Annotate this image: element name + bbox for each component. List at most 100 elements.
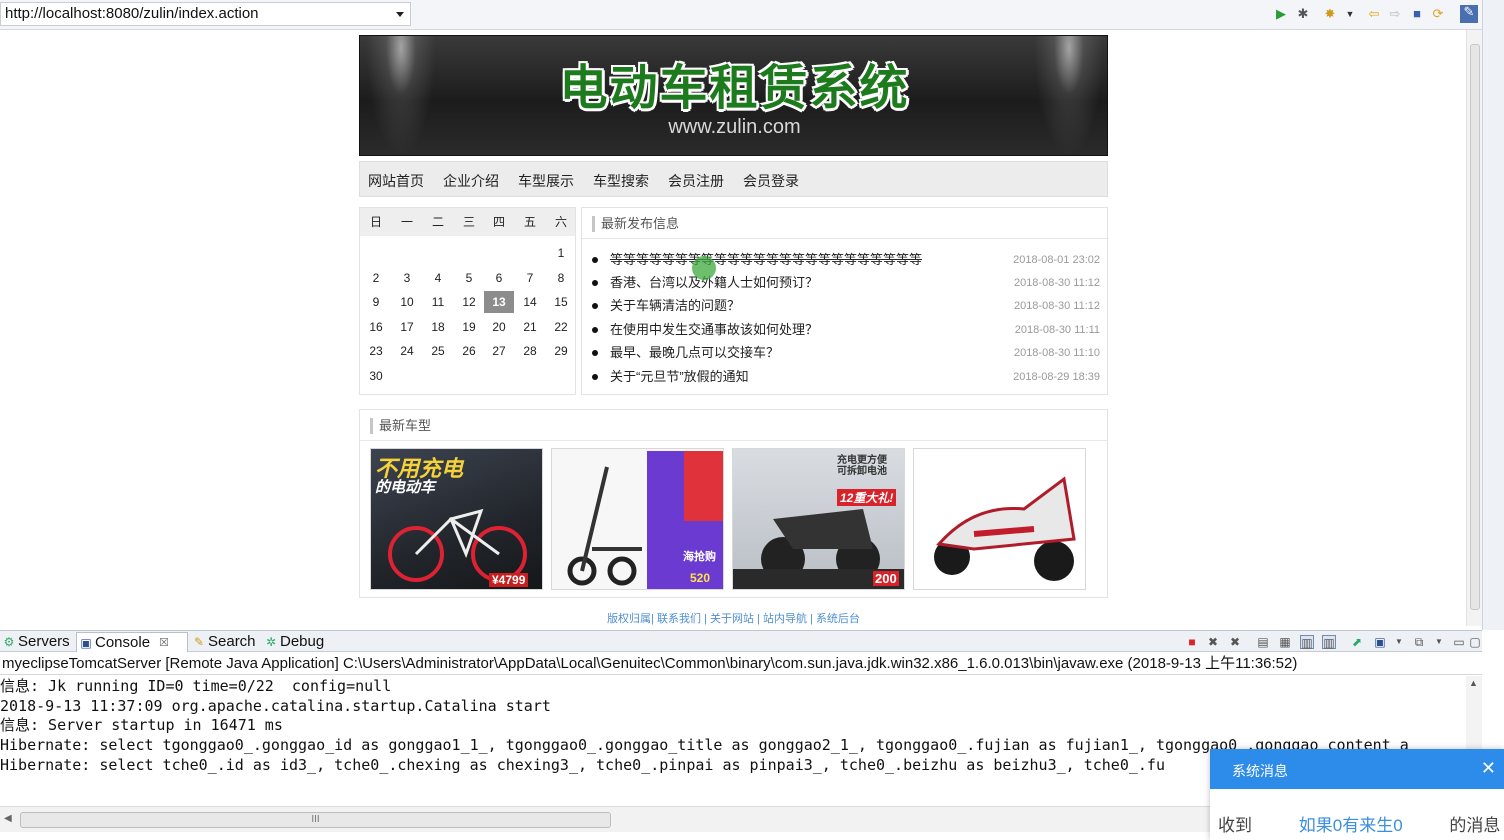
calendar-day[interactable]: 26 <box>454 340 484 362</box>
remove-all-icon[interactable]: ✖ <box>1228 635 1242 649</box>
stop-icon[interactable]: ■ <box>1410 7 1424 21</box>
calendar-day[interactable]: 23 <box>361 340 391 362</box>
show-stderr-icon[interactable]: ▥ <box>1322 635 1336 650</box>
url-dropdown-icon[interactable] <box>396 12 404 17</box>
calendar-day[interactable]: 8 <box>546 267 576 289</box>
news-title[interactable]: 在使用中发生交通事故该如何处理？ <box>610 321 818 339</box>
news-item[interactable]: 最早、最晚几点可以交接车？ 2018-08-30 11:10 <box>590 344 1100 362</box>
console-line: 2018-9-13 11:37:09 org.apache.catalina.s… <box>0 697 551 715</box>
footer-link[interactable]: 站内导航 <box>763 613 807 625</box>
nav-login[interactable]: 会员登录 <box>743 171 799 191</box>
news-title[interactable]: 关于“元旦节”放假的通知 <box>610 368 749 386</box>
minimize-icon[interactable]: ▭ <box>1452 635 1466 649</box>
clear-console-icon[interactable]: ▤ <box>1256 635 1270 649</box>
car-image[interactable] <box>913 448 1086 590</box>
footer-link[interactable]: 版权归属 <box>607 613 651 625</box>
dropdown-icon[interactable]: ▼ <box>1432 635 1446 649</box>
calendar-day[interactable]: 7 <box>515 267 545 289</box>
news-item[interactable]: 关于“元旦节”放假的通知 2018-08-29 18:39 <box>590 368 1100 386</box>
nav-models[interactable]: 车型展示 <box>518 171 574 191</box>
nav-company[interactable]: 企业介绍 <box>443 171 499 191</box>
run-icon[interactable]: ▶ <box>1274 7 1288 21</box>
tab-search[interactable]: ✎ Search <box>190 632 260 652</box>
debug-bug-icon[interactable]: ✱ <box>1296 7 1310 21</box>
calendar-day[interactable]: 20 <box>484 316 514 338</box>
url-bar[interactable]: http://localhost:8080/zulin/index.action <box>0 2 411 26</box>
calendar-day[interactable]: 17 <box>392 316 422 338</box>
calendar-day[interactable]: 29 <box>546 340 576 362</box>
news-date: 2018-08-30 11:11 <box>1014 324 1100 336</box>
calendar-day[interactable]: 28 <box>515 340 545 362</box>
maximize-icon[interactable]: ▢ <box>1468 635 1482 649</box>
tab-console[interactable]: ▣ Console ☒ <box>76 632 188 652</box>
terminate-icon[interactable]: ■ <box>1185 635 1199 649</box>
news-item[interactable]: 等等等等等等等等等等等等等等等等等等等等等等等等 2018-08-01 23:0… <box>590 251 1100 269</box>
car-image[interactable]: 海抢购 520 <box>551 448 724 590</box>
footer-link[interactable]: 联系我们 <box>657 613 701 625</box>
refresh-icon[interactable]: ⟳ <box>1431 7 1445 21</box>
scroll-left-icon[interactable]: ◀ <box>4 813 12 824</box>
browser-scrollbar[interactable] <box>1466 30 1482 626</box>
news-item[interactable]: 香港、台湾以及外籍人士如何预订？ 2018-08-30 11:12 <box>590 274 1100 292</box>
calendar-day[interactable]: 1 <box>546 242 576 264</box>
external-tools-icon[interactable]: ✸ <box>1323 7 1337 21</box>
calendar-day[interactable]: 22 <box>546 316 576 338</box>
scrollbar-thumb[interactable]: III <box>20 812 611 828</box>
car-price: ¥4799 <box>489 573 529 587</box>
dropdown-icon[interactable]: ▼ <box>1343 7 1357 21</box>
calendar-day[interactable]: 18 <box>423 316 453 338</box>
calendar-day[interactable]: 6 <box>484 267 514 289</box>
nav-search[interactable]: 车型搜索 <box>593 171 649 191</box>
remove-launch-icon[interactable]: ✖ <box>1206 635 1220 649</box>
scroll-up-icon[interactable]: ▲ <box>1469 678 1478 688</box>
calendar-day[interactable]: 16 <box>361 316 391 338</box>
calendar-day[interactable]: 15 <box>546 291 576 313</box>
calendar-day[interactable]: 30 <box>361 365 391 387</box>
tab-servers[interactable]: ⚙ Servers <box>0 632 74 652</box>
news-title[interactable]: 关于车辆清洁的问题？ <box>610 297 740 315</box>
nav-register[interactable]: 会员注册 <box>668 171 724 191</box>
display-console-icon[interactable]: ▣ <box>1373 635 1387 649</box>
calendar-day[interactable]: 3 <box>392 267 422 289</box>
news-title[interactable]: 等等等等等等等等等等等等等等等等等等等等等等等等 <box>610 251 922 269</box>
calendar-day[interactable]: 21 <box>515 316 545 338</box>
calendar-day[interactable]: 27 <box>484 340 514 362</box>
car-image[interactable]: 充电更方便 可拆卸电池 12重大礼! 200 <box>732 448 905 590</box>
calendar-day[interactable]: 14 <box>515 291 545 313</box>
news-title[interactable]: 香港、台湾以及外籍人士如何预订？ <box>610 274 818 292</box>
footer-link[interactable]: 关于网站 <box>710 613 754 625</box>
calendar-today[interactable]: 13 <box>484 291 514 313</box>
news-title[interactable]: 最早、最晚几点可以交接车？ <box>610 344 779 362</box>
browser-toolbar: http://localhost:8080/zulin/index.action… <box>0 0 1504 30</box>
scrollbar-thumb[interactable] <box>1470 44 1480 610</box>
close-icon[interactable]: ✕ <box>1481 758 1496 778</box>
nav-home[interactable]: 网站首页 <box>368 171 424 191</box>
calendar-day[interactable]: 5 <box>454 267 484 289</box>
cars-panel: 最新车型 不用充电 的电动车 ¥4799 海抢购 520 充电更方便 可拆卸电池… <box>359 409 1108 598</box>
calendar-day[interactable]: 24 <box>392 340 422 362</box>
pin-console-icon[interactable]: ⬈ <box>1350 635 1364 649</box>
forward-icon[interactable]: ⇨ <box>1388 7 1402 21</box>
open-console-icon[interactable]: ⧉ <box>1412 635 1426 649</box>
calendar-day[interactable]: 12 <box>454 291 484 313</box>
calendar-day[interactable]: 11 <box>423 291 453 313</box>
calendar-day[interactable]: 9 <box>361 291 391 313</box>
calendar-day[interactable]: 10 <box>392 291 422 313</box>
calendar-day[interactable]: 2 <box>361 267 391 289</box>
news-item[interactable]: 在使用中发生交通事故该如何处理？ 2018-08-30 11:11 <box>590 321 1100 339</box>
tab-debug[interactable]: ✲ Debug <box>262 632 332 652</box>
footer-link[interactable]: 系统后台 <box>816 613 860 625</box>
scroll-lock-icon[interactable]: ▦ <box>1278 635 1292 649</box>
dropdown-icon[interactable]: ▼ <box>1392 635 1406 649</box>
perspective-icon[interactable]: ✎ <box>1460 5 1478 23</box>
close-icon[interactable]: ☒ <box>159 633 169 653</box>
calendar-day[interactable]: 4 <box>423 267 453 289</box>
show-stdout-icon[interactable]: ▥ <box>1300 635 1314 650</box>
calendar-day[interactable]: 25 <box>423 340 453 362</box>
car-image[interactable]: 不用充电 的电动车 ¥4799 <box>370 448 543 590</box>
back-icon[interactable]: ⇦ <box>1367 7 1381 21</box>
calendar-day[interactable]: 19 <box>454 316 484 338</box>
popup-sender-link[interactable]: 如果0有来生0 <box>1299 816 1403 835</box>
car-illustration <box>567 451 723 589</box>
news-item[interactable]: 关于车辆清洁的问题？ 2018-08-30 11:12 <box>590 297 1100 315</box>
